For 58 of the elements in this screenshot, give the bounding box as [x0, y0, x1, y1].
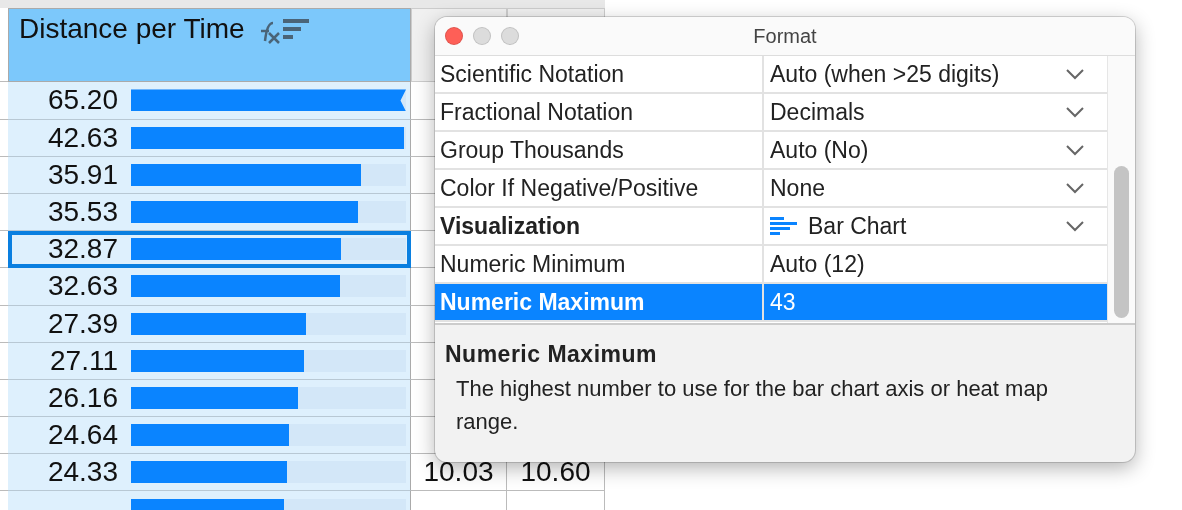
- cell-value: 24.64: [46, 419, 118, 452]
- property-row[interactable]: Numeric Maximum 43: [435, 284, 1107, 322]
- bar-cell[interactable]: 35.53: [8, 193, 411, 232]
- bar-cell[interactable]: 27.39: [8, 305, 411, 343]
- cell-value: 24.33: [46, 456, 118, 489]
- property-dropdown[interactable]: Decimals: [764, 94, 1107, 130]
- property-label: Fractional Notation: [435, 94, 764, 130]
- cell-value: 32.87: [46, 233, 118, 266]
- chevron-down-icon: [1065, 68, 1085, 80]
- bar-cell[interactable]: 27.11: [8, 342, 411, 380]
- cell-value: 27.11: [49, 344, 118, 377]
- property-row[interactable]: Visualization Bar Chart: [435, 208, 1107, 246]
- property-label: Numeric Maximum: [435, 284, 764, 320]
- property-dropdown[interactable]: Auto (No): [764, 132, 1107, 168]
- bar-cell[interactable]: 24.33: [8, 454, 411, 492]
- column-header[interactable]: Distance per Time: [8, 8, 411, 83]
- bar-cell[interactable]: 32.87: [8, 231, 411, 269]
- help-text: The highest number to use for the bar chart axis or heat map range.: [455, 375, 1049, 436]
- cell-value: 42.63: [46, 121, 118, 154]
- property-label: Color If Negative/Positive: [435, 170, 764, 206]
- property-row[interactable]: Numeric Minimum Auto (12): [435, 246, 1107, 284]
- chevron-down-icon: [1065, 220, 1085, 232]
- bar-chart-icon: [770, 217, 798, 235]
- property-label: Numeric Minimum: [435, 246, 764, 282]
- chevron-down-icon: [1065, 106, 1085, 118]
- bar-cell[interactable]: 32.63: [8, 268, 411, 306]
- chevron-down-icon: [1065, 182, 1085, 194]
- scrollbar[interactable]: [1107, 56, 1135, 323]
- bar-cell[interactable]: 26.16: [8, 379, 411, 418]
- property-dropdown[interactable]: None: [764, 170, 1107, 206]
- cell-value: 26.16: [46, 381, 118, 414]
- property-label: Visualization: [435, 208, 764, 244]
- property-row[interactable]: Fractional Notation Decimals: [435, 94, 1107, 132]
- cell-value: 35.91: [46, 158, 118, 191]
- window-title: Format: [753, 24, 817, 48]
- cell-value: 32.63: [46, 270, 118, 303]
- close-button[interactable]: [445, 27, 463, 45]
- bar-cell[interactable]: 65.20: [8, 82, 411, 120]
- bar-cell[interactable]: 42.63: [8, 119, 411, 157]
- cell-value: 35.53: [46, 196, 118, 229]
- property-row[interactable]: Color If Negative/Positive None: [435, 170, 1107, 208]
- bar-cell[interactable]: 35.91: [8, 156, 411, 194]
- cell-value: 27.39: [46, 307, 118, 340]
- chevron-down-icon: [1065, 144, 1085, 156]
- property-label: Scientific Notation: [435, 56, 764, 92]
- property-row[interactable]: Group Thousands Auto (No): [435, 132, 1107, 170]
- property-dropdown[interactable]: Bar Chart: [764, 208, 1107, 244]
- help-title: Numeric Maximum: [445, 341, 658, 368]
- sort-icon[interactable]: [282, 19, 309, 41]
- property-label: Group Thousands: [435, 132, 764, 168]
- cell-value: 65.20: [46, 84, 118, 117]
- property-value[interactable]: 43: [764, 284, 1107, 320]
- property-value[interactable]: Auto (12): [764, 246, 1107, 282]
- zoom-button[interactable]: [501, 27, 519, 45]
- minimize-button[interactable]: [473, 27, 491, 45]
- bar-cell[interactable]: 24.64: [8, 417, 411, 455]
- property-dropdown[interactable]: Auto (when >25 digits): [764, 56, 1107, 92]
- property-row[interactable]: Scientific Notation Auto (when >25 digits): [435, 56, 1107, 94]
